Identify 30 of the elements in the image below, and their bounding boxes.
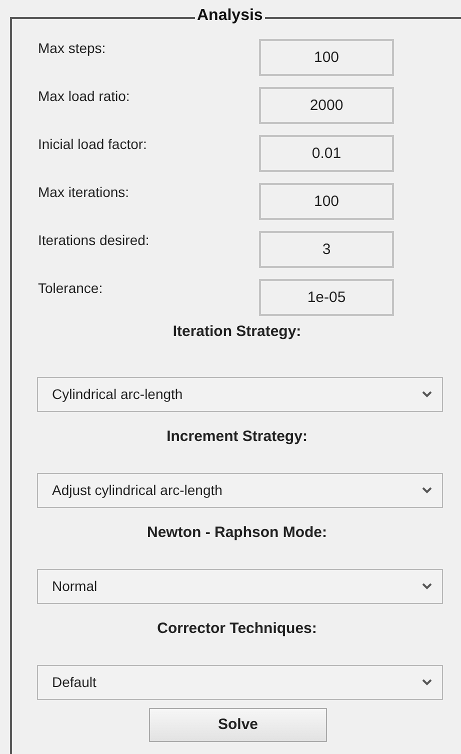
dropdown-value: Default <box>52 673 96 692</box>
input-field[interactable]: 100 <box>259 183 394 220</box>
solve-button[interactable]: Solve <box>149 708 327 742</box>
dropdown[interactable]: Default <box>37 665 443 700</box>
input-field[interactable]: 3 <box>259 231 394 268</box>
panel-title: Analysis <box>195 6 265 26</box>
field-label: Iterations desired: <box>37 231 150 248</box>
input-field[interactable]: 2000 <box>259 87 394 124</box>
section-heading: Corrector Techniques: <box>156 620 318 638</box>
field-label: Tolerance: <box>37 279 104 296</box>
dropdown[interactable]: Cylindrical arc-length <box>37 377 443 412</box>
dropdown[interactable]: Normal <box>37 569 443 604</box>
dropdown-value: Normal <box>52 577 98 596</box>
field-label: Inicial load factor: <box>37 135 148 152</box>
chevron-down-icon <box>422 679 432 686</box>
dropdown[interactable]: Adjust cylindrical arc-length <box>37 473 443 508</box>
dropdown-value: Cylindrical arc-length <box>52 385 183 404</box>
chevron-down-icon <box>422 391 432 398</box>
section-heading: Iteration Strategy: <box>172 323 302 341</box>
input-field[interactable]: 0.01 <box>259 135 394 172</box>
field-label: Max steps: <box>37 39 107 56</box>
field-label: Max iterations: <box>37 183 130 200</box>
dropdown-value: Adjust cylindrical arc-length <box>52 481 222 500</box>
section-heading: Increment Strategy: <box>166 428 308 446</box>
input-field[interactable]: 1e-05 <box>259 279 394 316</box>
section-heading: Newton - Raphson Mode: <box>146 524 328 542</box>
input-field[interactable]: 100 <box>259 39 394 76</box>
field-label: Max load ratio: <box>37 87 131 104</box>
chevron-down-icon <box>422 583 432 590</box>
chevron-down-icon <box>422 487 432 494</box>
